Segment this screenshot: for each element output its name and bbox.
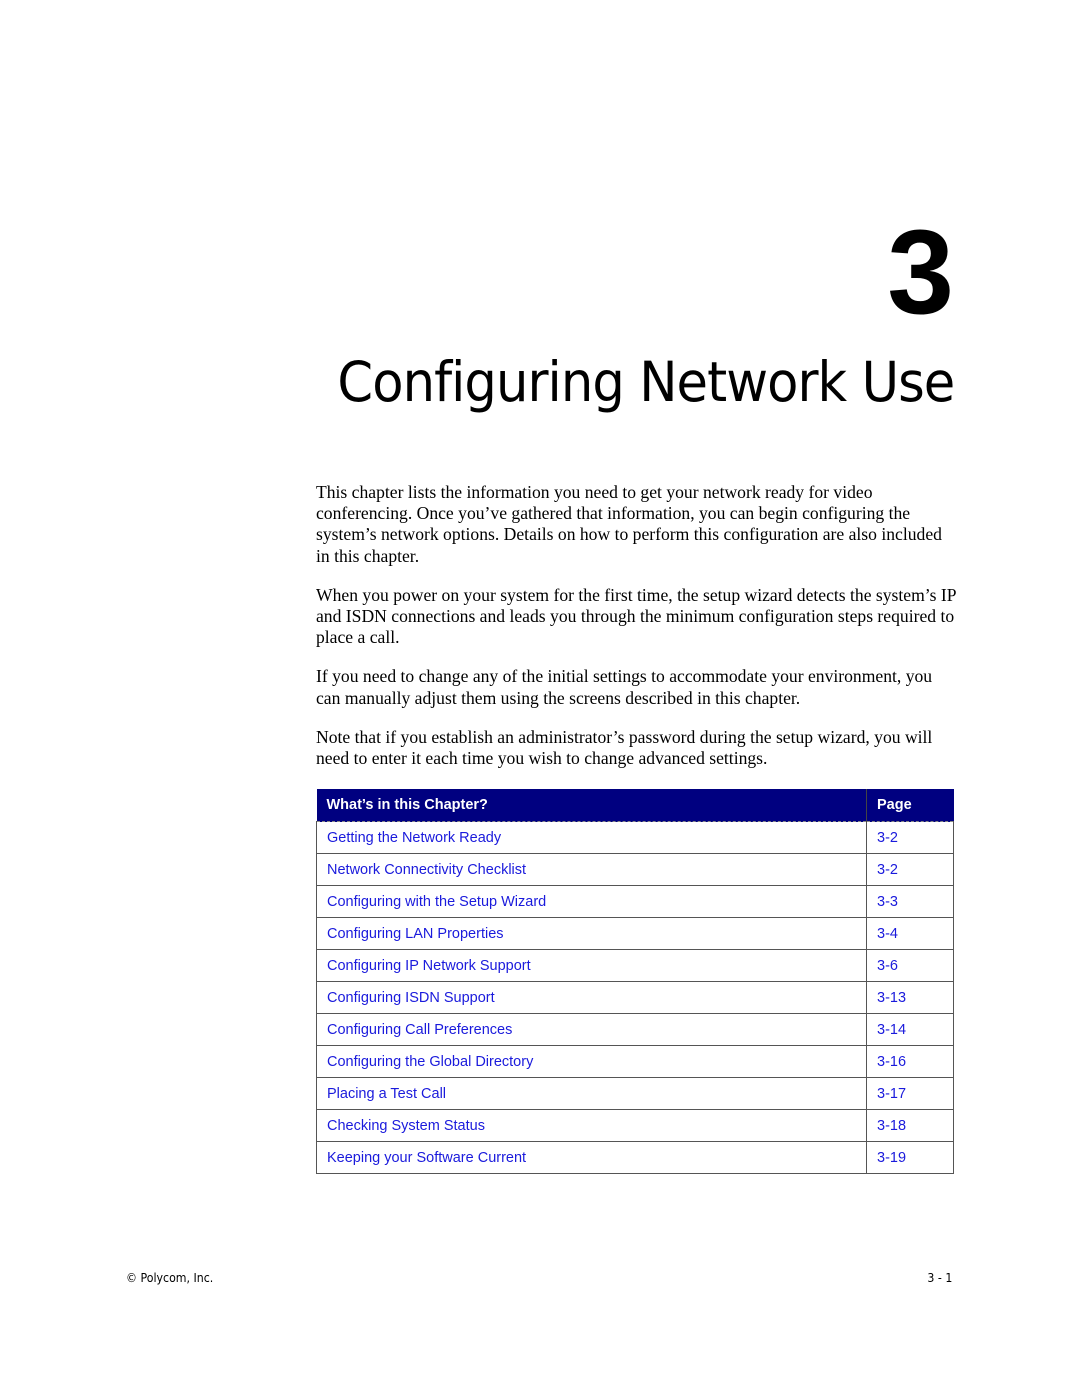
- topic-link[interactable]: Configuring Call Preferences: [327, 1022, 512, 1038]
- footer-copyright: © Polycom, Inc.: [126, 1270, 214, 1285]
- topic-link[interactable]: Placing a Test Call: [327, 1086, 446, 1102]
- intro-text: This chapter lists the information you n…: [316, 482, 956, 787]
- page-cell: 3-14: [866, 1013, 954, 1046]
- table-row: Configuring Call Preferences 3-14: [316, 1013, 954, 1046]
- paragraph: Note that if you establish an administra…: [316, 726, 933, 769]
- page-link[interactable]: 3-13: [877, 990, 906, 1006]
- table-row: Checking System Status 3-18: [316, 1109, 954, 1142]
- page-link[interactable]: 3-2: [877, 830, 898, 846]
- table-row: Configuring LAN Properties 3-4: [316, 917, 954, 950]
- topic-link[interactable]: Getting the Network Ready: [327, 830, 501, 846]
- topic-link[interactable]: Configuring the Global Directory: [327, 1054, 533, 1070]
- table-row: Network Connectivity Checklist 3-2: [316, 853, 954, 886]
- topic-cell: Checking System Status: [316, 1109, 867, 1142]
- table-row: Getting the Network Ready 3-2: [316, 821, 954, 854]
- page-cell: 3-3: [866, 885, 954, 918]
- table-row: Configuring the Global Directory 3-16: [316, 1045, 954, 1078]
- page-cell: 3-2: [866, 853, 954, 886]
- page-cell: 3-17: [866, 1077, 954, 1110]
- page-cell: 3-16: [866, 1045, 954, 1078]
- table-header-row: What’s in this Chapter? Page: [316, 789, 954, 822]
- chapter-number: 3: [887, 205, 954, 339]
- table-row: Configuring with the Setup Wizard 3-3: [316, 885, 954, 918]
- topic-cell: Network Connectivity Checklist: [316, 853, 867, 886]
- chapter-title: Configuring Network Use: [337, 350, 955, 414]
- paragraph: When you power on your system for the fi…: [316, 584, 956, 648]
- page-link[interactable]: 3-19: [877, 1150, 906, 1166]
- page-link[interactable]: 3-6: [877, 958, 898, 974]
- page-link[interactable]: 3-16: [877, 1054, 906, 1070]
- chapter-contents-table: What’s in this Chapter? Page Getting the…: [316, 789, 954, 1174]
- table-row: Configuring IP Network Support 3-6: [316, 949, 954, 982]
- topic-cell: Keeping your Software Current: [316, 1141, 867, 1174]
- topic-cell: Getting the Network Ready: [316, 821, 867, 854]
- topic-cell: Configuring IP Network Support: [316, 949, 867, 982]
- page-cell: 3-4: [866, 917, 954, 950]
- page-cell: 3-2: [866, 821, 954, 854]
- topic-link[interactable]: Configuring IP Network Support: [327, 958, 531, 974]
- topic-cell: Configuring ISDN Support: [316, 981, 867, 1014]
- topic-link[interactable]: Configuring with the Setup Wizard: [327, 894, 546, 910]
- header-page: Page: [866, 789, 954, 822]
- topic-link[interactable]: Configuring LAN Properties: [327, 926, 504, 942]
- footer-page-number: 3 - 1: [927, 1270, 952, 1285]
- topic-link[interactable]: Keeping your Software Current: [327, 1150, 526, 1166]
- table-row: Placing a Test Call 3-17: [316, 1077, 954, 1110]
- page-cell: 3-6: [866, 949, 954, 982]
- header-topic: What’s in this Chapter?: [316, 789, 867, 822]
- page-cell: 3-19: [866, 1141, 954, 1174]
- topic-cell: Configuring the Global Directory: [316, 1045, 867, 1078]
- page-link[interactable]: 3-18: [877, 1118, 906, 1134]
- topic-cell: Configuring with the Setup Wizard: [316, 885, 867, 918]
- page-link[interactable]: 3-4: [877, 926, 898, 942]
- table-row: Configuring ISDN Support 3-13: [316, 981, 954, 1014]
- topic-cell: Placing a Test Call: [316, 1077, 867, 1110]
- topic-cell: Configuring LAN Properties: [316, 917, 867, 950]
- page-link[interactable]: 3-3: [877, 894, 898, 910]
- topic-link[interactable]: Checking System Status: [327, 1118, 485, 1134]
- paragraph: This chapter lists the information you n…: [316, 482, 942, 566]
- table-row: Keeping your Software Current 3-19: [316, 1141, 954, 1174]
- page-cell: 3-18: [866, 1109, 954, 1142]
- topic-link[interactable]: Network Connectivity Checklist: [327, 862, 526, 878]
- page-link[interactable]: 3-14: [877, 1022, 906, 1038]
- paragraph: If you need to change any of the initial…: [316, 666, 933, 708]
- page-link[interactable]: 3-2: [877, 862, 898, 878]
- page-cell: 3-13: [866, 981, 954, 1014]
- topic-cell: Configuring Call Preferences: [316, 1013, 867, 1046]
- topic-link[interactable]: Configuring ISDN Support: [327, 990, 495, 1006]
- page-link[interactable]: 3-17: [877, 1086, 906, 1102]
